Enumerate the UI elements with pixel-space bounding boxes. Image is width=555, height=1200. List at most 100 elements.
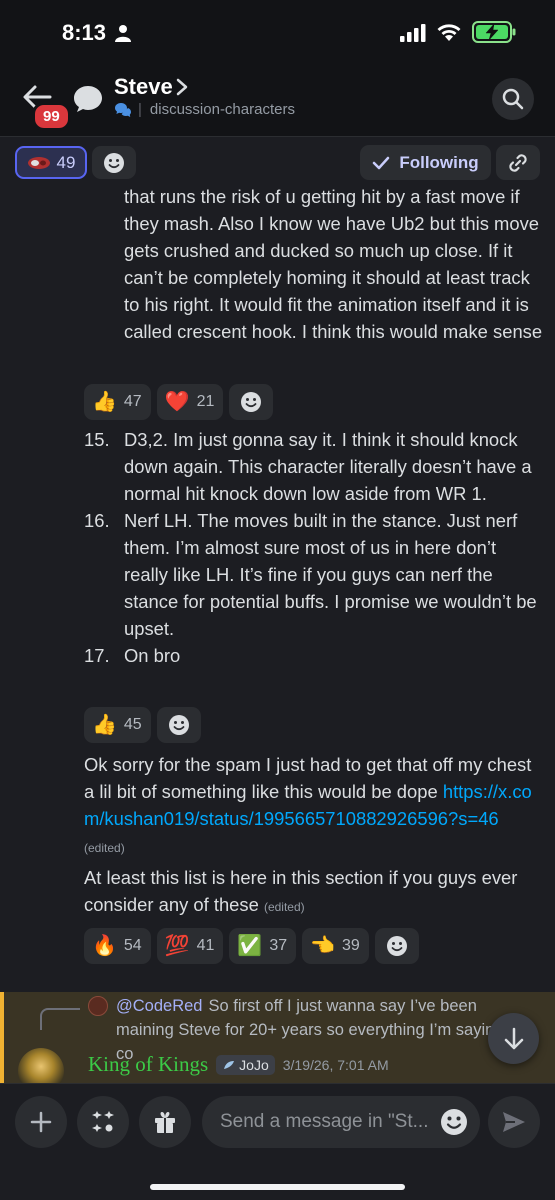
- link-icon: [509, 153, 527, 172]
- search-icon: [502, 88, 524, 110]
- message-author-row: King of Kings JoJo 3/19/26, 7:01 AM: [88, 1052, 389, 1077]
- list-number: 16.: [84, 510, 110, 531]
- forum-icon: [115, 102, 131, 117]
- add-reaction-button[interactable]: [374, 928, 419, 964]
- search-button[interactable]: [492, 78, 534, 120]
- author-name[interactable]: King of Kings: [88, 1052, 208, 1077]
- reaction-thumbs-up[interactable]: 👍 45: [84, 707, 151, 743]
- chat-bubble-icon: [74, 86, 102, 112]
- thread-title[interactable]: Steve: [114, 74, 173, 100]
- send-icon: [503, 1112, 525, 1132]
- status-bar: 8:13: [0, 0, 555, 64]
- message-paragraph: that runs the risk of u getting hit by a…: [124, 188, 543, 342]
- wifi-icon: [437, 24, 461, 41]
- reply-connector: [40, 1008, 80, 1030]
- avatar[interactable]: [18, 1048, 64, 1083]
- reaction-count: 21: [196, 393, 215, 410]
- signal-icon: [400, 24, 426, 42]
- reaction-hundred[interactable]: 💯 41: [156, 928, 224, 964]
- chevron-right-icon[interactable]: [175, 78, 189, 96]
- message-timestamp: 3/19/26, 7:01 AM: [282, 1056, 389, 1073]
- list-number: 15.: [84, 429, 110, 450]
- smiley-icon: [386, 936, 407, 956]
- reaction-thumbs-up[interactable]: 👍 47: [84, 384, 151, 420]
- custom-emoji-icon: [27, 156, 50, 169]
- message-input[interactable]: Send a message in "St...: [202, 1096, 480, 1148]
- jump-to-bottom-button[interactable]: [488, 1013, 539, 1064]
- battery-charging-icon: [472, 21, 516, 43]
- list-text: Nerf LH. The moves built in the stance. …: [124, 510, 537, 639]
- heart-emoji: ❤️: [164, 391, 190, 413]
- pointing-emoji: 👈: [310, 935, 336, 957]
- server-tag[interactable]: JoJo: [216, 1054, 275, 1075]
- checkmark-icon: [373, 156, 390, 169]
- reaction-row: 🔥 54 💯 41 ✅ 37 👈 39: [84, 928, 419, 964]
- person-icon: [115, 25, 131, 42]
- message-input-bar: Send a message in "St...: [0, 1083, 555, 1200]
- list-item: 15. D3,2. Im just gonna say it. I think …: [84, 426, 544, 507]
- reaction-count: 41: [196, 937, 215, 954]
- subtitle-divider: |: [138, 101, 142, 118]
- add-reaction-button[interactable]: [229, 384, 274, 420]
- status-time: 8:13: [62, 20, 107, 45]
- numbered-list: 15. D3,2. Im just gonna say it. I think …: [84, 426, 544, 669]
- thread-reaction-pill[interactable]: 49: [15, 146, 87, 179]
- reaction-count: 45: [123, 716, 142, 733]
- edited-label: (edited): [263, 900, 305, 914]
- reaction-point[interactable]: 👈 39: [302, 928, 369, 964]
- message-input-placeholder: Send a message in "St...: [220, 1111, 429, 1132]
- plus-icon: [30, 1111, 52, 1133]
- apps-button[interactable]: [77, 1096, 129, 1148]
- following-button[interactable]: Following: [360, 145, 491, 180]
- fire-emoji: 🔥: [92, 935, 117, 957]
- tag-icon: [224, 1060, 235, 1069]
- reply-username[interactable]: @CodeRed: [116, 997, 202, 1015]
- reaction-heart[interactable]: ❤️ 21: [156, 384, 224, 420]
- smiley-icon: [241, 392, 262, 412]
- apps-icon: [92, 1111, 114, 1132]
- add-reaction-button[interactable]: [156, 707, 201, 743]
- gift-icon: [155, 1112, 175, 1133]
- message-paragraph: At least this list is here in this secti…: [84, 864, 544, 921]
- add-attachment-button[interactable]: [15, 1096, 67, 1148]
- edited-label: (edited): [84, 841, 125, 855]
- smiley-icon: [104, 152, 124, 173]
- server-tag-label: JoJo: [239, 1056, 269, 1073]
- reaction-check[interactable]: ✅ 37: [229, 928, 297, 964]
- gift-button[interactable]: [139, 1096, 191, 1148]
- reaction-count: 39: [342, 937, 360, 954]
- reply-avatar: [88, 996, 108, 1016]
- reply-message[interactable]: @CodeRed So first off I just wanna say I’…: [0, 992, 555, 1083]
- hundred-emoji: 💯: [164, 935, 190, 957]
- thumbs-up-emoji: 👍: [92, 391, 117, 413]
- reaction-count: 37: [269, 937, 288, 954]
- following-label: Following: [399, 152, 479, 172]
- thumbs-up-emoji: 👍: [92, 714, 117, 736]
- add-reaction-button[interactable]: [92, 146, 136, 179]
- channel-name: discussion-characters: [149, 101, 295, 118]
- emoji-icon[interactable]: [438, 1106, 470, 1138]
- check-emoji: ✅: [237, 935, 263, 957]
- arrow-down-icon: [504, 1027, 523, 1049]
- message-paragraph: Ok sorry for the spam I just had to get …: [84, 751, 544, 862]
- thread-action-row: 49 Following: [0, 136, 555, 188]
- list-text: D3,2. Im just gonna say it. I think it s…: [124, 429, 532, 504]
- reaction-row: 👍 47 ❤️ 21: [84, 384, 274, 420]
- list-text: On bro: [124, 645, 181, 666]
- reaction-count: 47: [123, 393, 142, 410]
- thread-header: 99 Steve | discussion-characters: [0, 64, 555, 136]
- reaction-row: 👍 45: [84, 707, 201, 743]
- reaction-count: 54: [123, 937, 142, 954]
- unread-badge: 99: [32, 102, 71, 131]
- reaction-fire[interactable]: 🔥 54: [84, 928, 151, 964]
- smiley-icon: [168, 715, 189, 735]
- list-number: 17.: [84, 645, 110, 666]
- list-item: 17. On bro: [84, 642, 544, 669]
- channel-subtitle[interactable]: | discussion-characters: [114, 101, 295, 118]
- list-item: 16. Nerf LH. The moves built in the stan…: [84, 507, 544, 642]
- copy-link-button[interactable]: [496, 145, 540, 180]
- message-list[interactable]: that runs the risk of u getting hit by a…: [0, 188, 555, 1083]
- home-indicator: [150, 1184, 405, 1190]
- send-button[interactable]: [488, 1096, 540, 1148]
- reaction-count: 49: [56, 152, 76, 172]
